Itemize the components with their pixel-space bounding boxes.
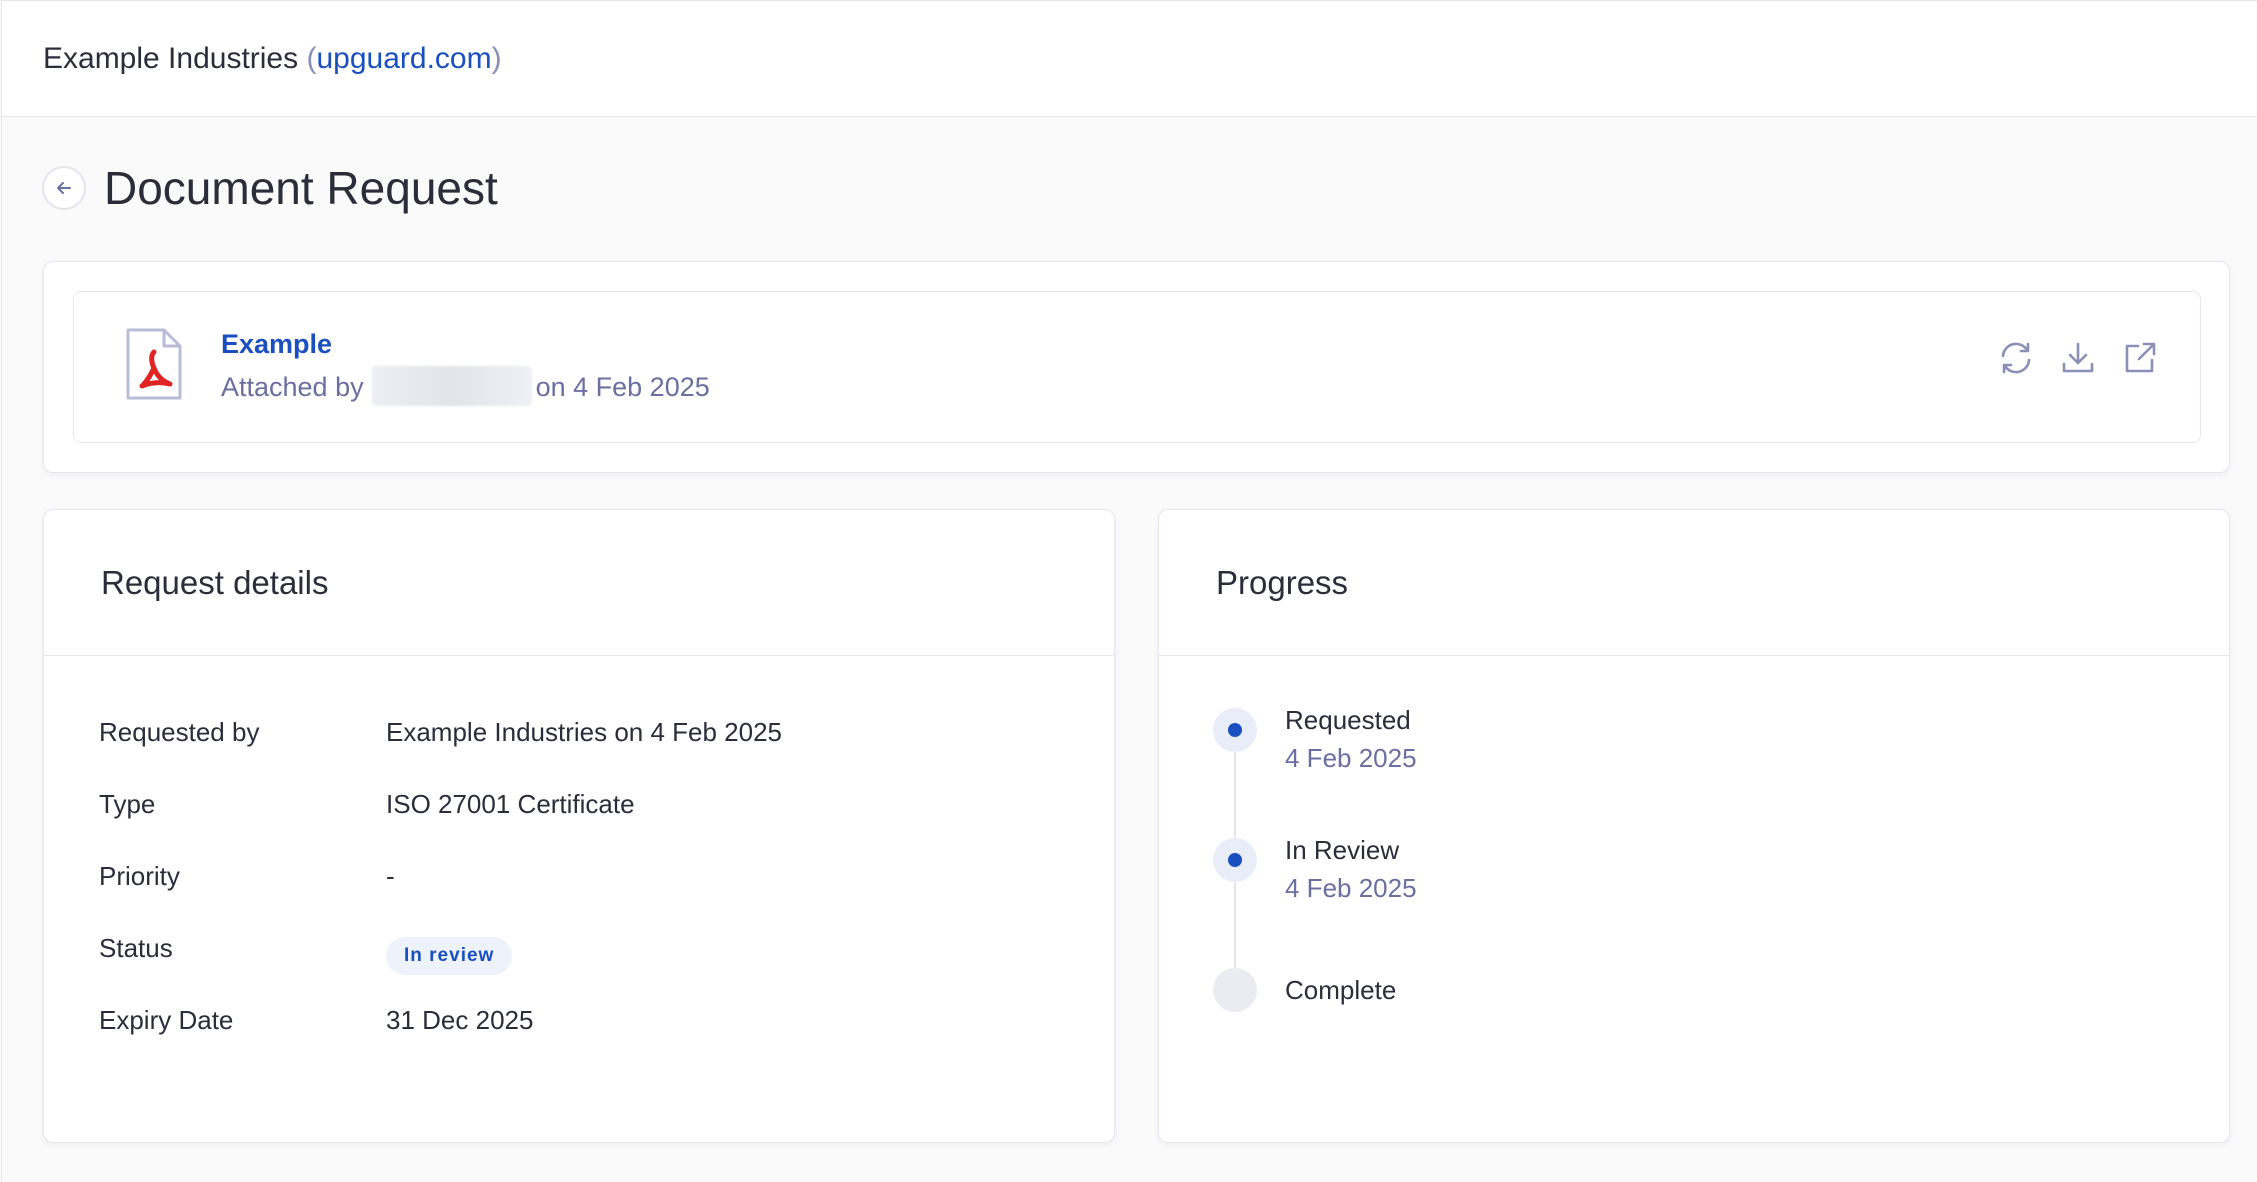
step-label: Requested: [1285, 705, 1411, 735]
attachment-row: Example Attached by on 4 Feb 2025: [73, 291, 2201, 443]
detail-value: -: [386, 861, 395, 891]
status-badge: In review: [386, 937, 513, 975]
step-done-indicator: [1213, 838, 1257, 882]
timeline-connector: [1234, 752, 1236, 838]
attachment-actions: [1996, 338, 2160, 378]
page-title: Document Request: [104, 162, 498, 214]
download-button[interactable]: [2058, 338, 2098, 378]
detail-label: Expiry Date: [99, 1005, 234, 1035]
detail-value: In review: [386, 932, 513, 975]
detail-label: Type: [99, 789, 156, 819]
timeline-connector: [1234, 882, 1236, 968]
request-details-title: Request details: [101, 564, 329, 601]
detail-label: Status: [99, 933, 173, 963]
detail-value: ISO 27001 Certificate: [386, 789, 635, 819]
detail-value: Example Industries on 4 Feb 2025: [386, 717, 783, 747]
refresh-button[interactable]: [1996, 338, 2036, 378]
paren-close: ): [491, 42, 502, 75]
page: Example Industries (upguard.com) Documen…: [1, 0, 2257, 1182]
request-details-card: Request details Requested by Example Ind…: [43, 509, 1115, 1143]
refresh-icon: [2001, 342, 2031, 374]
pdf-icon: [126, 328, 182, 400]
open-external-button[interactable]: [2120, 338, 2160, 378]
top-header: Example Industries (upguard.com): [2, 1, 2257, 117]
arrow-left-icon: [57, 182, 71, 194]
detail-label: Requested by: [99, 717, 260, 747]
attached-date: on 4 Feb 2025: [535, 372, 710, 402]
attached-by-label: Attached by: [221, 372, 364, 402]
redacted-user-name: [371, 366, 532, 406]
step-pending-indicator: [1213, 968, 1257, 1012]
vendor-domain-link[interactable]: upguard.com: [316, 42, 491, 75]
step-done-indicator: [1213, 708, 1257, 752]
attachment-card: Example Attached by on 4 Feb 2025: [43, 261, 2230, 473]
request-details-header: Request details: [44, 510, 1114, 656]
download-icon: [2062, 342, 2094, 373]
step-label: In Review: [1285, 835, 1400, 865]
step-date: 4 Feb 2025: [1285, 873, 1417, 903]
vendor-name: Example Industries: [43, 42, 299, 75]
paren-open: (: [306, 42, 317, 75]
external-link-icon: [2125, 342, 2156, 373]
progress-title: Progress: [1216, 564, 1349, 601]
progress-card: Progress Requested 4 Feb 2025 In Review …: [1158, 509, 2230, 1143]
back-button[interactable]: [42, 166, 86, 210]
file-name-link[interactable]: Example: [221, 326, 332, 362]
vendor-title: Example Industries (upguard.com): [43, 39, 502, 79]
detail-label: Priority: [99, 861, 180, 891]
detail-value: 31 Dec 2025: [386, 1005, 534, 1035]
step-date: 4 Feb 2025: [1285, 743, 1417, 773]
step-label: Complete: [1285, 975, 1397, 1005]
attached-by-line: Attached by on 4 Feb 2025: [221, 366, 710, 406]
progress-header: Progress: [1159, 510, 2229, 656]
